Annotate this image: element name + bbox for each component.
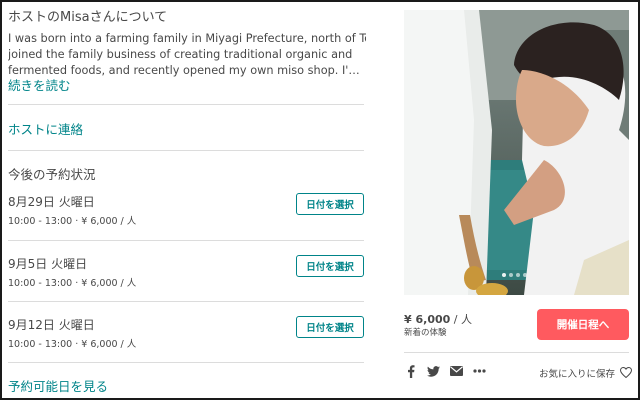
host-panel: ホストのMisaさんについて I was born into a farming… bbox=[8, 0, 380, 400]
availability-row: 8月29日 火曜日 10:00 - 13:00 · ¥ 6,000 / 人 日付… bbox=[8, 193, 364, 243]
bio-line: I was born into a farming family in Miya… bbox=[8, 32, 366, 45]
contact-host-link[interactable]: ホストに連絡 bbox=[8, 119, 83, 138]
new-experience-badge: 新着の体験 bbox=[404, 328, 447, 338]
see-dates-button[interactable]: 開催日程へ bbox=[537, 309, 629, 340]
row-meta: 10:00 - 13:00 · ¥ 6,000 / 人 bbox=[8, 339, 137, 350]
heart-icon bbox=[620, 363, 633, 382]
share-icons bbox=[404, 362, 486, 380]
availability-row: 9月5日 火曜日 10:00 - 13:00 · ¥ 6,000 / 人 日付を… bbox=[8, 255, 364, 305]
host-title: ホストのMisaさんについて bbox=[8, 10, 168, 25]
save-to-wishlist[interactable]: お気に入りに保存 bbox=[539, 363, 633, 382]
host-photo[interactable] bbox=[404, 10, 629, 295]
divider bbox=[8, 301, 364, 302]
select-date-button[interactable]: 日付を選択 bbox=[296, 316, 364, 338]
divider bbox=[404, 352, 629, 353]
host-photo-image bbox=[404, 10, 629, 295]
row-date: 8月29日 火曜日 bbox=[8, 195, 95, 209]
select-date-button[interactable]: 日付を選択 bbox=[296, 193, 364, 215]
row-meta: 10:00 - 13:00 · ¥ 6,000 / 人 bbox=[8, 216, 137, 227]
host-bio: I was born into a farming family in Miya… bbox=[8, 31, 366, 79]
booking-panel: ¥ 6,000 / 人 新着の体験 開催日程へ お気に入りに保存 bbox=[404, 0, 636, 400]
availability-row: 9月12日 火曜日 10:00 - 13:00 · ¥ 6,000 / 人 日付… bbox=[8, 316, 364, 366]
facebook-icon[interactable] bbox=[404, 364, 417, 378]
read-more-link[interactable]: 続きを読む bbox=[8, 75, 71, 94]
select-date-button[interactable]: 日付を選択 bbox=[296, 255, 364, 277]
divider bbox=[8, 150, 364, 151]
row-meta: 10:00 - 13:00 · ¥ 6,000 / 人 bbox=[8, 278, 137, 289]
divider bbox=[8, 104, 364, 105]
save-label: お気に入りに保存 bbox=[539, 368, 616, 380]
price: ¥ 6,000 / 人 bbox=[404, 311, 472, 327]
price-amount: ¥ 6,000 bbox=[404, 313, 451, 326]
twitter-icon[interactable] bbox=[427, 365, 440, 378]
price-unit: / 人 bbox=[450, 313, 472, 326]
more-icon[interactable] bbox=[473, 365, 486, 378]
availability-title: 今後の予約状況 bbox=[8, 167, 96, 182]
see-available-dates-link[interactable]: 予約可能日を見る bbox=[8, 376, 108, 395]
email-icon[interactable] bbox=[450, 365, 463, 378]
bio-line: joined the family business of creating t… bbox=[8, 48, 353, 61]
divider bbox=[8, 362, 364, 363]
divider bbox=[8, 240, 364, 241]
row-date: 9月5日 火曜日 bbox=[8, 257, 88, 271]
row-date: 9月12日 火曜日 bbox=[8, 318, 95, 332]
